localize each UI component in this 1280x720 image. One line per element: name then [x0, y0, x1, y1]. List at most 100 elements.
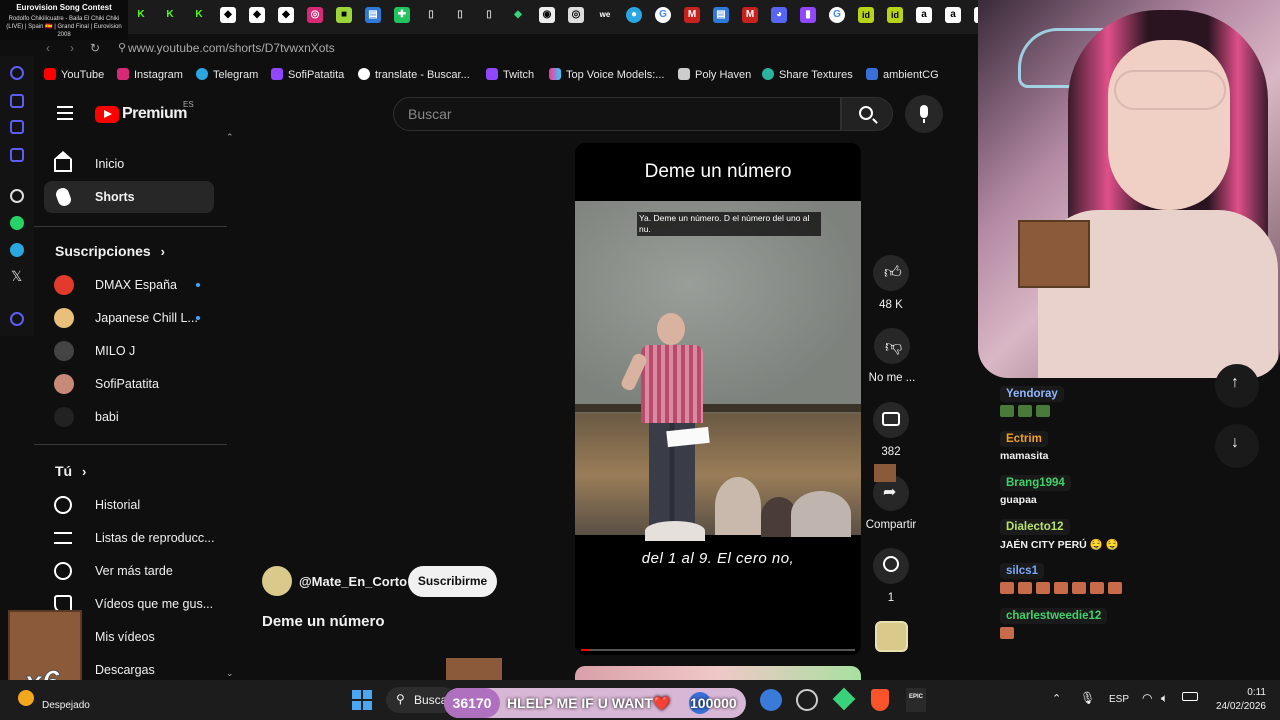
- file-icon[interactable]: ▯: [452, 7, 468, 23]
- chat-username[interactable]: Dialecto12: [1000, 519, 1070, 535]
- sidebar-item-dmax[interactable]: DMAX España: [44, 269, 214, 301]
- history-icon[interactable]: [10, 66, 24, 80]
- amazon-icon[interactable]: a: [916, 7, 932, 23]
- k-icon[interactable]: K: [191, 7, 207, 23]
- app-icon[interactable]: ◎: [568, 7, 584, 23]
- instagram-icon[interactable]: ◎: [307, 7, 323, 23]
- chevron-up-icon[interactable]: ⌃: [1052, 692, 1061, 705]
- mail-icon[interactable]: [10, 148, 24, 162]
- gem-icon[interactable]: [832, 687, 856, 711]
- app-icon[interactable]: ✚: [394, 7, 410, 23]
- mail-icon[interactable]: M: [742, 7, 758, 23]
- id-icon[interactable]: id: [858, 7, 874, 23]
- sidebar-item-sofipatatita[interactable]: SofiPatatita: [44, 368, 214, 400]
- brave-icon[interactable]: [871, 689, 889, 711]
- sidebar-item-home[interactable]: Inicio: [44, 148, 214, 180]
- sidebar-item-babi[interactable]: babi: [44, 401, 214, 433]
- sound-thumbnail[interactable]: [875, 621, 908, 652]
- share-button[interactable]: ➦ Compartir: [862, 475, 920, 531]
- telegram-icon[interactable]: [10, 243, 24, 257]
- amazon-icon[interactable]: a: [945, 7, 961, 23]
- address-bar[interactable]: www.youtube.com/shorts/D7tvwxnXots: [128, 37, 988, 59]
- dislike-button[interactable]: 👎︎ No me ...: [865, 328, 919, 384]
- remix-button[interactable]: 1: [871, 548, 911, 604]
- battery-icon[interactable]: [1182, 692, 1198, 701]
- app-icon[interactable]: ▤: [713, 7, 729, 23]
- search-button[interactable]: [841, 97, 893, 131]
- video-progress-bar[interactable]: [581, 649, 855, 651]
- comments-button[interactable]: 382: [871, 402, 911, 458]
- sidebar-item-playlists[interactable]: Listas de reproducc...: [44, 522, 215, 554]
- chat-scroll-down-button[interactable]: ↓: [1215, 424, 1259, 468]
- shorts-video-player[interactable]: Deme un número Ya. Deme un número. D el …: [575, 143, 861, 655]
- sidebar-item-history[interactable]: Historial: [44, 489, 214, 521]
- like-button[interactable]: 👍︎ 48 K: [871, 255, 911, 311]
- next-short-preview[interactable]: [575, 666, 861, 680]
- bookmark-share-textures[interactable]: Share Textures: [762, 68, 853, 81]
- forward-icon[interactable]: ›: [70, 41, 74, 55]
- start-button[interactable]: [352, 690, 372, 710]
- whatsapp-icon[interactable]: [10, 216, 24, 230]
- you-heading[interactable]: Tú ›: [55, 463, 86, 479]
- k-icon[interactable]: K: [133, 7, 149, 23]
- sidebar-item-japanese-chill[interactable]: Japanese Chill L...: [44, 302, 214, 334]
- discord-icon[interactable]: ◕: [771, 7, 787, 23]
- k-icon[interactable]: K: [162, 7, 178, 23]
- sidebar-item-watch-later[interactable]: Ver más tarde: [44, 555, 214, 587]
- app-icon[interactable]: [796, 689, 818, 711]
- site-info-icon[interactable]: ⚲: [118, 41, 126, 54]
- bookmark-twitch[interactable]: Twitch: [486, 68, 534, 81]
- app-icon[interactable]: ◉: [539, 7, 555, 23]
- back-icon[interactable]: ‹: [46, 41, 50, 55]
- voice-search-button[interactable]: [905, 95, 943, 133]
- weather-label[interactable]: Despejado: [42, 700, 90, 711]
- reload-icon[interactable]: ↻: [90, 41, 100, 55]
- subscriptions-heading[interactable]: Suscripciones ›: [55, 243, 165, 259]
- bookmark-ambientcg[interactable]: ambientCG: [866, 68, 939, 81]
- bookmark-youtube[interactable]: YouTube: [44, 68, 104, 81]
- sidebar-item-shorts[interactable]: Shorts: [44, 181, 214, 213]
- bookmark-top-voice-models[interactable]: Top Voice Models:...: [549, 68, 664, 81]
- bookmark-instagram[interactable]: Instagram: [117, 68, 183, 81]
- system-clock[interactable]: 0:11 24/02/2026: [1208, 686, 1266, 714]
- chevron-down-icon[interactable]: ⌄: [226, 668, 234, 679]
- diamond-icon[interactable]: ◆: [278, 7, 294, 23]
- we-icon[interactable]: we: [597, 7, 613, 23]
- diamond-icon[interactable]: ◆: [220, 7, 236, 23]
- file-icon[interactable]: ▯: [423, 7, 439, 23]
- gem-icon[interactable]: ◆: [510, 7, 526, 23]
- id-icon[interactable]: id: [887, 7, 903, 23]
- chat-username[interactable]: Yendoray: [1000, 386, 1064, 402]
- game-icon[interactable]: ■: [336, 7, 352, 23]
- app-icon[interactable]: [760, 689, 782, 711]
- chevron-up-icon[interactable]: ⌃: [226, 132, 234, 143]
- x-icon[interactable]: 𝕏: [11, 268, 22, 285]
- channel-handle[interactable]: @Mate_En_Corto: [299, 574, 407, 589]
- chat-scroll-up-button[interactable]: ↑: [1215, 364, 1259, 408]
- sidebar-item-milo-j[interactable]: MILO J: [44, 335, 214, 367]
- chatgpt-icon[interactable]: [10, 189, 24, 203]
- epic-games-icon[interactable]: EPIC: [906, 688, 926, 712]
- clock-icon[interactable]: [10, 312, 24, 326]
- weather-icon[interactable]: [18, 690, 34, 706]
- mic-icon[interactable]: 🎙︎: [1080, 691, 1095, 705]
- google-icon[interactable]: G: [829, 7, 845, 23]
- search-input[interactable]: Buscar: [393, 97, 841, 131]
- channel-avatar[interactable]: [262, 566, 292, 596]
- chat-username[interactable]: silcs1: [1000, 563, 1044, 579]
- app-icon[interactable]: ▤: [365, 7, 381, 23]
- language-indicator[interactable]: ESP: [1109, 694, 1129, 705]
- bookmark-sofipatatita[interactable]: SofiPatatita: [271, 68, 344, 81]
- wifi-icon[interactable]: ◠: [1142, 691, 1152, 705]
- mail-icon[interactable]: M: [684, 7, 700, 23]
- app-icon[interactable]: [10, 94, 24, 108]
- chat-username[interactable]: charlestweedie12: [1000, 608, 1108, 624]
- subscribe-button[interactable]: Suscribirme: [408, 566, 497, 597]
- volume-icon[interactable]: 🔈︎: [1161, 691, 1168, 706]
- chat-username[interactable]: Ectrim: [1000, 431, 1048, 447]
- diamond-icon[interactable]: ◆: [249, 7, 265, 23]
- globe-icon[interactable]: ●: [626, 7, 642, 23]
- app-icon[interactable]: [10, 120, 24, 134]
- bookmark-telegram[interactable]: Telegram: [196, 68, 258, 81]
- google-icon[interactable]: G: [655, 7, 671, 23]
